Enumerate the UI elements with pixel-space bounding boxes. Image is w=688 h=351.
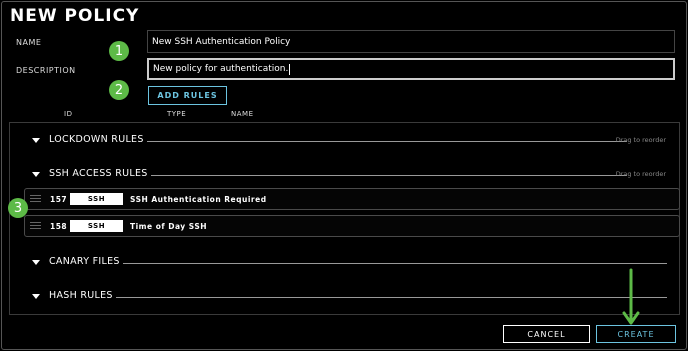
drag-handle-icon[interactable] [30,195,41,203]
column-header-name: NAME [231,110,254,118]
canary-files-section[interactable]: CANARY FILES [10,256,679,270]
column-header-id: ID [64,110,73,118]
rule-name: SSH Authentication Required [130,195,267,204]
section-divider [128,141,627,142]
name-input-value: New SSH Authentication Policy [152,36,291,47]
rule-id: 157 [50,195,68,204]
hash-rules-section[interactable]: HASH RULES [10,290,679,304]
section-title: CANARY FILES [49,256,123,267]
caret-down-icon[interactable] [32,260,40,265]
section-divider [105,263,667,264]
lockdown-rules-section[interactable]: LOCKDOWN RULES Drag to reorder [10,134,679,148]
step-1-marker: 1 [109,41,129,61]
description-input[interactable]: New policy for authentication. [147,58,675,80]
rule-type-badge: SSH [70,193,123,205]
rule-row[interactable]: 157 SSH SSH Authentication Required [24,188,680,210]
column-header-type: TYPE [167,110,187,118]
step-2-marker: 2 [109,80,129,100]
text-cursor [289,63,291,75]
description-input-value: New policy for authentication. [153,64,289,74]
section-title: SSH ACCESS RULES [49,168,151,179]
cancel-button[interactable]: CANCEL [503,325,590,343]
arrow-down-icon [622,268,640,325]
description-label: DESCRIPTION [16,66,76,75]
rule-type-badge: SSH [70,220,123,232]
ssh-access-rules-section[interactable]: SSH ACCESS RULES Drag to reorder [10,168,679,182]
section-title: LOCKDOWN RULES [49,134,147,145]
rule-id: 158 [50,222,68,231]
section-divider [140,175,627,176]
caret-down-icon[interactable] [32,138,40,143]
add-rules-button[interactable]: ADD RULES [148,86,227,105]
drag-handle-icon[interactable] [30,222,41,230]
step-3-marker: 3 [8,198,28,218]
name-label: NAME [16,38,42,47]
caret-down-icon[interactable] [32,172,40,177]
section-title: HASH RULES [49,290,116,301]
drag-hint: Drag to reorder [615,136,666,144]
section-divider [98,297,667,298]
rule-name: Time of Day SSH [130,222,208,231]
rule-row[interactable]: 158 SSH Time of Day SSH [24,215,680,237]
dialog-title: NEW POLICY [10,6,140,26]
drag-hint: Drag to reorder [615,170,666,178]
rules-panel: LOCKDOWN RULES Drag to reorder SSH ACCES… [9,122,680,315]
caret-down-icon[interactable] [32,294,40,299]
name-input[interactable]: New SSH Authentication Policy [147,30,675,53]
